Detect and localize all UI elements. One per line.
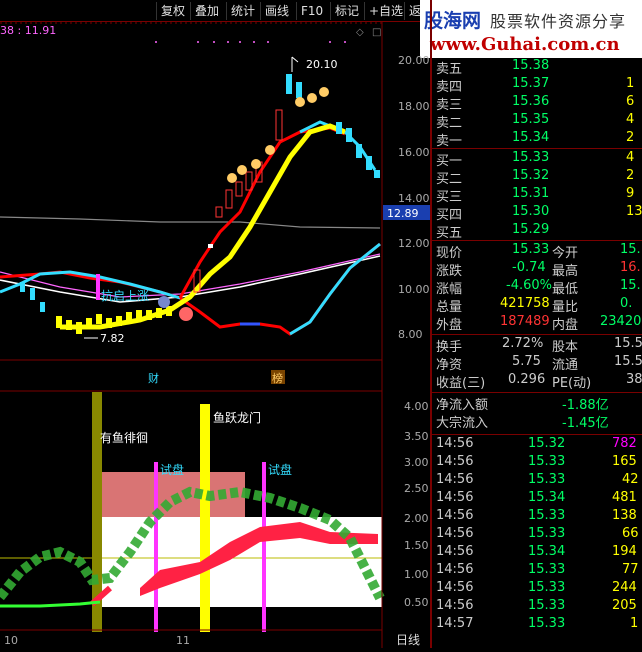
tick-row: 14:56 15.33 165 <box>436 454 637 469</box>
tick-row: 14:56 15.32 782 <box>436 436 637 451</box>
stats-divider <box>432 392 642 393</box>
tick-row: 14:56 15.33 77 <box>436 562 639 577</box>
svg-text:3.00: 3.00 <box>404 456 429 469</box>
fish-wander-label: 有鱼徘徊 <box>100 431 148 445</box>
orderbook-divider <box>432 240 642 241</box>
test-label-2: 试盘 <box>268 462 292 477</box>
flows-divider <box>432 434 642 435</box>
buy-signal-icon <box>179 307 193 321</box>
bid-row: 买三 15.31 9 <box>436 186 635 205</box>
logo-slogan: 股票软件资源分享 <box>490 12 627 31</box>
svg-text:12.00: 12.00 <box>398 237 430 250</box>
low-label: 7.82 <box>100 332 125 345</box>
flow-row: 大宗流入 -1.45亿 <box>436 416 609 431</box>
svg-text:◇: ◇ <box>356 27 364 38</box>
orderbook-divider <box>432 148 642 149</box>
tick-row: 14:57 15.33 1 <box>436 616 639 631</box>
bid-row: 买一 15.33 4 <box>436 150 635 169</box>
svg-text:1.50: 1.50 <box>404 539 429 552</box>
marker-bang: 榜 <box>272 371 283 385</box>
draw-line-button[interactable]: 画线 <box>260 2 293 20</box>
indicator-axis: 4.00 3.50 3.00 2.50 2.00 1.50 1.00 0.50 <box>404 400 429 609</box>
logo-brand: 股海网 <box>424 10 482 32</box>
tick-row: 14:56 15.33 138 <box>436 508 637 523</box>
date-label-2: 11 <box>176 634 190 647</box>
statistics-button[interactable]: 统计 <box>226 2 259 20</box>
current-price-label: 12.89 <box>387 207 419 220</box>
date-label-1: 10 <box>4 634 18 647</box>
svg-text:3.50: 3.50 <box>404 430 429 443</box>
quote-panel: 卖五 15.38 卖四 15.37 1 卖三 15.36 6 卖二 15.35 4 卖一 15.… <box>432 58 642 648</box>
stats-divider <box>432 334 642 335</box>
tick-row: 14:56 15.33 42 <box>436 472 639 487</box>
svg-text:16.00: 16.00 <box>398 146 430 159</box>
stat-row: 收益(三) 0.296 PE(动) 38 <box>436 372 642 391</box>
fish-leap-label: 鱼跃龙门 <box>213 410 261 425</box>
stat-row: 涨跌 -0.74 最高 16. <box>436 260 641 279</box>
svg-text:14.00: 14.00 <box>398 192 430 205</box>
svg-text:□: □ <box>372 27 381 38</box>
add-watchlist-button[interactable]: +自选 <box>364 2 407 20</box>
marker-cai: 财 <box>148 371 159 385</box>
tick-row: 14:56 15.33 205 <box>436 598 637 613</box>
bid-row: 买五 15.29 <box>436 222 550 241</box>
ask-row: 卖二 15.35 4 <box>436 112 635 131</box>
chart-header-value: 38 : 11.91 <box>0 24 56 37</box>
ask-row: 卖一 15.34 2 <box>436 130 635 149</box>
high-label: 20.10 <box>306 58 338 71</box>
bid-row: 买二 15.32 2 <box>436 168 635 187</box>
period-label[interactable]: 日线 <box>396 633 420 647</box>
ask-row: 卖三 15.36 6 <box>436 94 635 113</box>
ask-row: 卖四 15.37 1 <box>436 76 635 95</box>
svg-text:2.00: 2.00 <box>404 512 429 525</box>
test-bar-1 <box>154 462 158 632</box>
fish-leap-bar <box>200 404 210 632</box>
svg-text:10.00: 10.00 <box>398 283 430 296</box>
indicator-subchart[interactable]: 4.00 3.50 3.00 2.50 2.00 1.50 1.00 0.50 … <box>0 392 430 648</box>
stat-row: 现价 15.33 今开 15. <box>436 242 641 261</box>
overlay-button[interactable]: 叠加 <box>190 2 223 20</box>
breakout-bar <box>96 274 100 300</box>
svg-text:18.00: 18.00 <box>398 100 430 113</box>
breakout-icon <box>158 296 170 308</box>
bid-row: 买四 15.30 13 <box>436 204 642 223</box>
stat-row: 外盘 187489 内盘 23420 <box>436 314 642 333</box>
tick-row: 14:56 15.33 244 <box>436 580 637 595</box>
ask-row: 卖五 15.38 <box>436 58 550 77</box>
svg-text:0.50: 0.50 <box>404 596 429 609</box>
f10-button[interactable]: F10 <box>296 2 327 20</box>
tick-row: 14:56 15.34 481 <box>436 490 637 505</box>
flow-row: 净流入额 -1.88亿 <box>436 398 609 413</box>
stat-row: 总量 421758 量比 0. <box>436 296 633 315</box>
chart-toolbar: 复权 叠加 统计 画线 F10 标记 +自选 返 <box>0 0 430 22</box>
logo-url: www.Guhai.com.cn <box>430 34 620 55</box>
price-axis: 20.00 18.00 16.00 14.00 12.00 10.00 8.00 <box>398 54 430 341</box>
svg-text:8.00: 8.00 <box>398 328 423 341</box>
tick-row: 14:56 15.34 194 <box>436 544 637 559</box>
svg-text:20.00: 20.00 <box>398 54 430 67</box>
main-kline-chart[interactable]: 38 : 11.91 ◇ □ 20.00 18.00 16.00 14.00 1… <box>0 22 430 392</box>
svg-text:1.00: 1.00 <box>404 568 429 581</box>
svg-text:2.50: 2.50 <box>404 482 429 495</box>
test-label-1: 试盘 <box>160 462 184 477</box>
test-bar-2 <box>262 462 266 632</box>
guhai-logo: 股海网 股票软件资源分享 www.Guhai.com.cn <box>420 0 642 58</box>
mark-button[interactable]: 标记 <box>330 2 363 20</box>
stat-row: 换手 2.72% 股本 15.5 <box>436 336 642 355</box>
tick-row: 14:56 15.33 66 <box>436 526 639 541</box>
stat-row: 涨幅 -4.60% 最低 15. <box>436 278 641 297</box>
breakout-annotation: 抗启上涨 <box>101 288 149 303</box>
svg-text:4.00: 4.00 <box>404 400 429 413</box>
restore-rights-button[interactable]: 复权 <box>156 2 189 20</box>
stat-row: 净资 5.75 流通 15.5 <box>436 354 642 373</box>
